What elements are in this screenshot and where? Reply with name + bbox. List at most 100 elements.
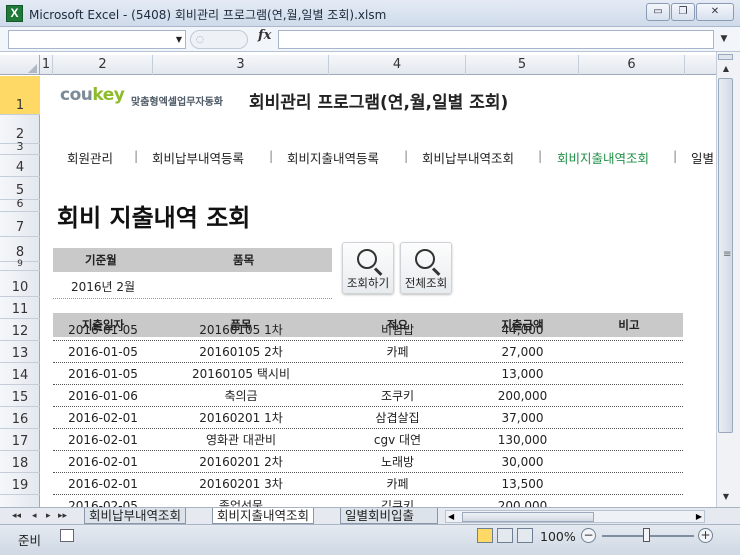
sheet-tab[interactable]: 회비납부내역조회: [84, 508, 187, 524]
row-header[interactable]: 1: [0, 76, 40, 115]
table-row[interactable]: 2016-01-05 20160105 1차 비빔밥 44,000: [53, 319, 683, 341]
cell-date[interactable]: 2016-01-05: [53, 341, 153, 363]
cell-date[interactable]: 2016-02-01: [53, 473, 153, 495]
cell-note[interactable]: 삼겹살집: [329, 407, 466, 429]
cell-amount[interactable]: 200,000: [466, 385, 579, 407]
nav-payment-register[interactable]: 회비납부내역등록: [152, 148, 244, 167]
cell-area[interactable]: coukey 맞춤형엑셀업무자동화 회비관리 프로그램(연,월,일별 조회) 회…: [41, 76, 716, 507]
cell-date[interactable]: 2016-02-05: [53, 495, 153, 507]
scroll-right-icon[interactable]: ▶: [696, 511, 702, 523]
nav-expense-inquiry[interactable]: 회비지출내역조회: [557, 148, 649, 167]
split-box[interactable]: [718, 54, 733, 60]
cell-amount[interactable]: 130,000: [466, 429, 579, 451]
horizontal-scrollbar[interactable]: ◀ ▶: [445, 510, 705, 523]
cell-item[interactable]: 20160105 택시비: [153, 363, 329, 385]
sheet-tab[interactable]: 일별회비입출: [340, 508, 438, 524]
row-header[interactable]: 12: [0, 319, 40, 341]
nav-payment-inquiry[interactable]: 회비납부내역조회: [422, 148, 514, 167]
expand-formula-bar-icon[interactable]: ▼: [716, 30, 732, 49]
first-sheet-icon[interactable]: ◂◂: [12, 508, 21, 525]
cell-note[interactable]: 카페: [329, 341, 466, 363]
restore-button[interactable]: ❐: [671, 3, 695, 21]
table-row[interactable]: 2016-01-05 20160105 택시비 13,000: [53, 363, 683, 385]
row-header[interactable]: 11: [0, 297, 40, 319]
table-row[interactable]: 2016-01-05 20160105 2차 카페 27,000: [53, 341, 683, 363]
cell-amount[interactable]: 30,000: [466, 451, 579, 473]
row-header[interactable]: 15: [0, 385, 40, 407]
vertical-scrollbar[interactable]: ▲ ≡ ▼: [716, 52, 740, 507]
nav-member-management[interactable]: 회원관리: [67, 148, 113, 167]
scroll-left-icon[interactable]: ◀: [448, 511, 454, 523]
row-header[interactable]: 19: [0, 473, 40, 495]
table-row[interactable]: 2016-02-01 영화관 대관비 cgv 대연 130,000: [53, 429, 683, 451]
cell-item[interactable]: 영화관 대관비: [153, 429, 329, 451]
cell-date[interactable]: 2016-01-05: [53, 319, 153, 341]
column-header[interactable]: 5: [466, 55, 579, 75]
row-header[interactable]: 7: [0, 212, 40, 237]
filter-item-value[interactable]: [191, 278, 331, 294]
cell-amount[interactable]: 37,000: [466, 407, 579, 429]
cell-date[interactable]: 2016-01-06: [53, 385, 153, 407]
cell-amount[interactable]: 13,000: [466, 363, 579, 385]
row-header[interactable]: 16: [0, 407, 40, 429]
row-header[interactable]: 17: [0, 429, 40, 451]
cell-item[interactable]: 20160201 1차: [153, 407, 329, 429]
row-header[interactable]: 3: [0, 140, 40, 155]
row-header[interactable]: 14: [0, 363, 40, 385]
row-header[interactable]: 10: [0, 271, 40, 297]
cell-note[interactable]: cgv 대연: [329, 429, 466, 451]
filter-month-value[interactable]: 2016년 2월: [71, 278, 135, 295]
cell-date[interactable]: 2016-02-01: [53, 451, 153, 473]
row-header[interactable]: 13: [0, 341, 40, 363]
column-header[interactable]: 6: [579, 55, 685, 75]
scroll-up-icon[interactable]: ▲: [719, 62, 733, 76]
cell-date[interactable]: 2016-02-01: [53, 407, 153, 429]
zoom-out-button[interactable]: −: [581, 528, 596, 543]
cell-item[interactable]: 20160105 1차: [153, 319, 329, 341]
table-row[interactable]: 2016-02-05 졸업선물 김쿠키 200,000: [53, 495, 683, 507]
close-button[interactable]: ✕: [696, 3, 734, 21]
formula-resize-handle[interactable]: ◌: [190, 30, 248, 49]
row-header[interactable]: 18: [0, 451, 40, 473]
cell-note[interactable]: 김쿠키: [329, 495, 466, 507]
cell-note[interactable]: 카페: [329, 473, 466, 495]
cell-date[interactable]: 2016-02-01: [53, 429, 153, 451]
name-box-dropdown-icon[interactable]: ▼: [176, 31, 182, 49]
horizontal-scroll-thumb[interactable]: [462, 512, 594, 522]
row-header[interactable]: 6: [0, 197, 40, 212]
table-row[interactable]: 2016-02-01 20160201 3차 카페 13,500: [53, 473, 683, 495]
column-header[interactable]: 1: [40, 55, 53, 75]
page-break-view-icon[interactable]: [517, 528, 533, 543]
cell-item[interactable]: 20160105 2차: [153, 341, 329, 363]
zoom-in-button[interactable]: +: [698, 528, 713, 543]
column-header[interactable]: 2: [53, 55, 153, 75]
row-header[interactable]: 9: [0, 259, 40, 271]
row-header[interactable]: 4: [0, 155, 40, 177]
vertical-scroll-thumb[interactable]: ≡: [718, 78, 733, 433]
cell-note[interactable]: 비빔밥: [329, 319, 466, 341]
column-header[interactable]: 4: [329, 55, 466, 75]
table-row[interactable]: 2016-02-01 20160201 1차 삼겹살집 37,000: [53, 407, 683, 429]
table-row[interactable]: 2016-01-06 축의금 조쿠키 200,000: [53, 385, 683, 407]
prev-sheet-icon[interactable]: ◂: [32, 508, 37, 525]
macro-record-icon[interactable]: [60, 529, 74, 542]
cell-amount[interactable]: 13,500: [466, 473, 579, 495]
formula-input[interactable]: [278, 30, 714, 49]
normal-view-icon[interactable]: [477, 528, 493, 543]
select-all-corner[interactable]: [0, 55, 40, 75]
cell-amount[interactable]: 27,000: [466, 341, 579, 363]
cell-item[interactable]: 졸업선물: [153, 495, 329, 507]
zoom-slider-thumb[interactable]: [643, 528, 650, 542]
cell-item[interactable]: 20160201 2차: [153, 451, 329, 473]
cell-amount[interactable]: 200,000: [466, 495, 579, 507]
zoom-level[interactable]: 100%: [540, 529, 576, 544]
insert-function-button[interactable]: fx: [258, 28, 271, 43]
search-button[interactable]: 조회하기: [342, 242, 394, 294]
cell-item[interactable]: 20160201 3차: [153, 473, 329, 495]
cell-item[interactable]: 축의금: [153, 385, 329, 407]
cell-note[interactable]: 노래방: [329, 451, 466, 473]
page-layout-view-icon[interactable]: [497, 528, 513, 543]
last-sheet-icon[interactable]: ▸▸: [58, 508, 67, 525]
cell-date[interactable]: 2016-01-05: [53, 363, 153, 385]
scroll-down-icon[interactable]: ▼: [719, 490, 733, 504]
